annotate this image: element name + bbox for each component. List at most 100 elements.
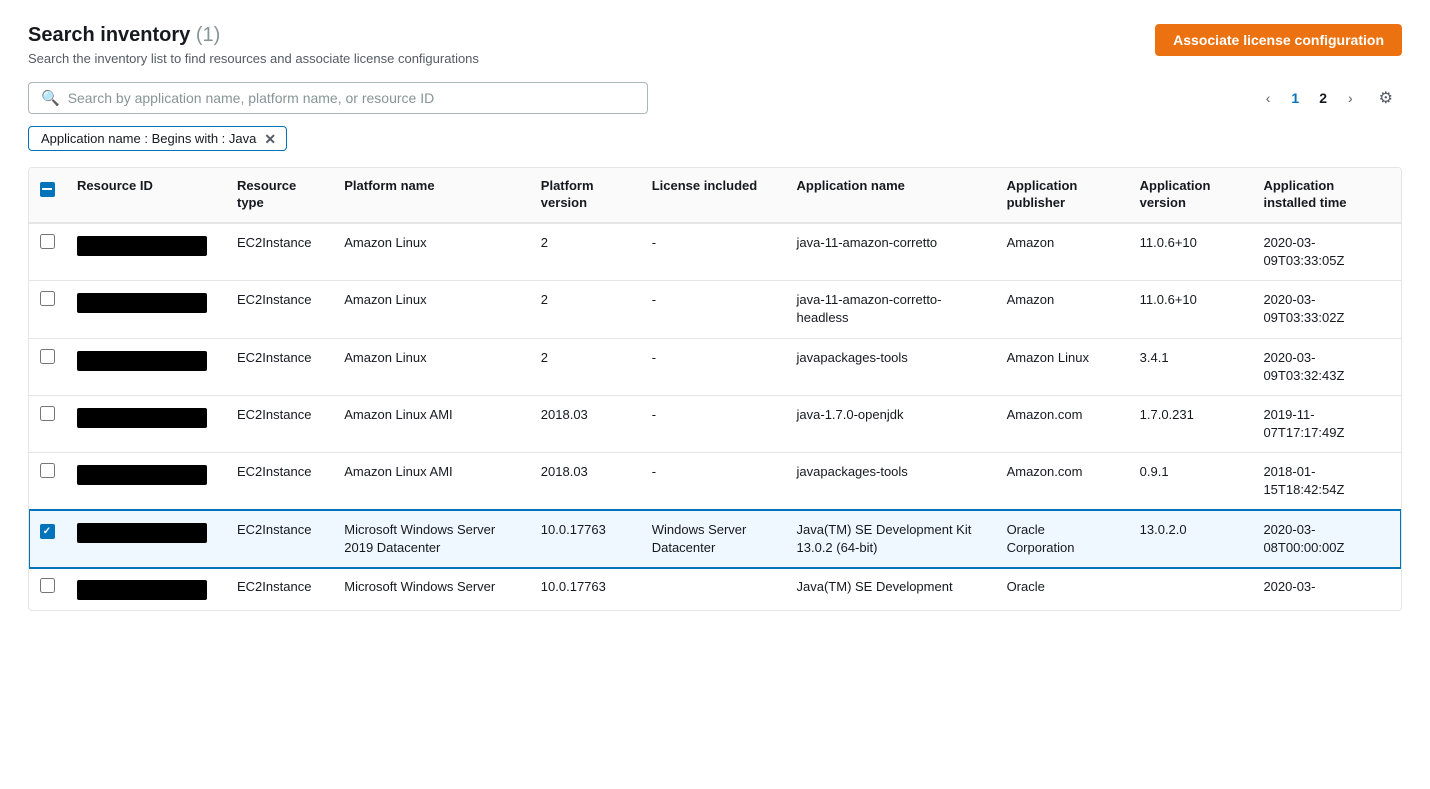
header: Search inventory (1) Search the inventor… — [28, 24, 1402, 66]
application-publisher-cell: Amazon Linux — [995, 338, 1128, 395]
row-checkbox[interactable] — [40, 234, 55, 249]
filter-close-button[interactable]: ✕ — [264, 132, 276, 146]
resource-id-redacted — [77, 408, 207, 428]
platform-version-cell: 10.0.17763 — [529, 510, 640, 567]
resource-type-cell: EC2Instance — [225, 223, 332, 281]
resource-id-cell — [65, 510, 225, 567]
row-checkbox-cell[interactable] — [29, 281, 65, 338]
application-name-cell: javapackages-tools — [785, 338, 995, 395]
application-version-cell: 11.0.6+10 — [1128, 223, 1252, 281]
application-version-cell: 11.0.6+10 — [1128, 281, 1252, 338]
resource-id-cell — [65, 395, 225, 452]
resource-id-redacted — [77, 465, 207, 485]
search-input[interactable] — [68, 90, 635, 106]
platform-name-cell: Amazon Linux AMI — [332, 453, 529, 510]
application-installed-time-cell: 2020-03-09T03:32:43Z — [1251, 338, 1401, 395]
resource-type-cell: EC2Instance — [225, 395, 332, 452]
row-checkbox-cell[interactable] — [29, 453, 65, 510]
application-name-cell: java-11-amazon-corretto-headless — [785, 281, 995, 338]
select-all-header[interactable] — [29, 168, 65, 223]
row-checkbox[interactable] — [40, 291, 55, 306]
table-header-row: Resource ID Resource type Platform name … — [29, 168, 1401, 223]
application-name-cell: java-1.7.0-openjdk — [785, 395, 995, 452]
resource-id-cell — [65, 281, 225, 338]
resource-type-cell: EC2Instance — [225, 338, 332, 395]
filter-tag: Application name : Begins with : Java ✕ — [28, 126, 287, 151]
row-checkbox-cell[interactable]: ✓ — [29, 510, 65, 567]
application-installed-time-cell: 2019-11-07T17:17:49Z — [1251, 395, 1401, 452]
application-publisher-cell: Oracle Corporation — [995, 510, 1128, 567]
page-2[interactable]: 2 — [1311, 86, 1335, 110]
resource-id-redacted — [77, 236, 207, 256]
table-row: EC2InstanceAmazon Linux2-java-11-amazon-… — [29, 223, 1401, 281]
platform-version-cell: 10.0.17763 — [529, 568, 640, 611]
resource-type-cell: EC2Instance — [225, 568, 332, 611]
resource-type-cell: EC2Instance — [225, 453, 332, 510]
col-platform-version: Platform version — [529, 168, 640, 223]
resource-type-cell: EC2Instance — [225, 510, 332, 567]
filter-label: Application name : Begins with : Java — [41, 131, 256, 146]
table-row: EC2InstanceAmazon Linux2-javapackages-to… — [29, 338, 1401, 395]
application-installed-time-cell: 2020-03-09T03:33:02Z — [1251, 281, 1401, 338]
search-box: 🔍 — [28, 82, 648, 114]
application-version-cell: 1.7.0.231 — [1128, 395, 1252, 452]
platform-name-cell: Amazon Linux AMI — [332, 395, 529, 452]
license-included-cell: Windows Server Datacenter — [640, 510, 785, 567]
col-application-publisher: Application publisher — [995, 168, 1128, 223]
application-name-cell: Java(TM) SE Development Kit 13.0.2 (64-b… — [785, 510, 995, 567]
col-resource-id: Resource ID — [65, 168, 225, 223]
resource-id-redacted — [77, 580, 207, 600]
license-included-cell: - — [640, 395, 785, 452]
application-installed-time-cell: 2018-01-15T18:42:54Z — [1251, 453, 1401, 510]
platform-version-cell: 2018.03 — [529, 453, 640, 510]
search-row: 🔍 ‹ 1 2 › ⚙ — [28, 82, 1402, 114]
row-checkbox[interactable] — [40, 406, 55, 421]
application-name-cell: Java(TM) SE Development — [785, 568, 995, 611]
application-installed-time-cell: 2020-03-08T00:00:00Z — [1251, 510, 1401, 567]
application-name-cell: java-11-amazon-corretto — [785, 223, 995, 281]
application-publisher-cell: Amazon.com — [995, 395, 1128, 452]
page-title: Search inventory (1) — [28, 24, 479, 47]
application-name-cell: javapackages-tools — [785, 453, 995, 510]
col-resource-type: Resource type — [225, 168, 332, 223]
platform-name-cell: Amazon Linux — [332, 281, 529, 338]
application-publisher-cell: Amazon.com — [995, 453, 1128, 510]
license-included-cell: - — [640, 453, 785, 510]
application-publisher-cell: Oracle — [995, 568, 1128, 611]
application-installed-time-cell: 2020-03- — [1251, 568, 1401, 611]
platform-version-cell: 2018.03 — [529, 395, 640, 452]
license-included-cell: - — [640, 223, 785, 281]
settings-button[interactable]: ⚙ — [1370, 83, 1402, 113]
checked-checkbox[interactable]: ✓ — [40, 524, 55, 539]
license-included-cell — [640, 568, 785, 611]
inventory-table-wrapper: Resource ID Resource type Platform name … — [28, 167, 1402, 611]
inventory-table: Resource ID Resource type Platform name … — [29, 168, 1401, 610]
row-checkbox[interactable] — [40, 578, 55, 593]
platform-version-cell: 2 — [529, 338, 640, 395]
col-platform-name: Platform name — [332, 168, 529, 223]
application-version-cell: 3.4.1 — [1128, 338, 1252, 395]
next-page-button[interactable]: › — [1339, 85, 1362, 111]
table-row: EC2InstanceAmazon Linux2-java-11-amazon-… — [29, 281, 1401, 338]
row-checkbox[interactable] — [40, 349, 55, 364]
resource-id-cell — [65, 223, 225, 281]
row-checkbox-cell[interactable] — [29, 395, 65, 452]
application-installed-time-cell: 2020-03-09T03:33:05Z — [1251, 223, 1401, 281]
pagination-controls: ‹ 1 2 › ⚙ — [1257, 83, 1402, 113]
table-row: EC2InstanceAmazon Linux AMI2018.03-java-… — [29, 395, 1401, 452]
search-icon: 🔍 — [41, 89, 60, 107]
platform-name-cell: Amazon Linux — [332, 223, 529, 281]
col-application-version: Application version — [1128, 168, 1252, 223]
table-body: EC2InstanceAmazon Linux2-java-11-amazon-… — [29, 223, 1401, 610]
col-application-name: Application name — [785, 168, 995, 223]
row-checkbox-cell[interactable] — [29, 568, 65, 611]
table-row: EC2InstanceMicrosoft Windows Server10.0.… — [29, 568, 1401, 611]
col-application-installed-time: Application installed time — [1251, 168, 1401, 223]
associate-license-button[interactable]: Associate license configuration — [1155, 24, 1402, 56]
page-1[interactable]: 1 — [1283, 86, 1307, 110]
row-checkbox[interactable] — [40, 463, 55, 478]
platform-name-cell: Microsoft Windows Server 2019 Datacenter — [332, 510, 529, 567]
row-checkbox-cell[interactable] — [29, 338, 65, 395]
prev-page-button[interactable]: ‹ — [1257, 85, 1280, 111]
row-checkbox-cell[interactable] — [29, 223, 65, 281]
